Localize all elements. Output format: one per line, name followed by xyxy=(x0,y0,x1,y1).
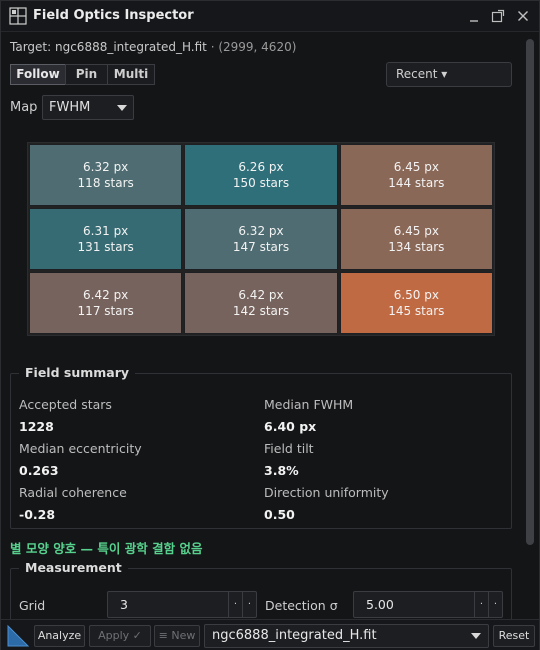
accepted-stars-value: 1228 xyxy=(19,419,54,434)
grid-app-icon xyxy=(9,7,27,25)
cell-fwhm: 6.26 px xyxy=(238,160,284,174)
cell-fwhm: 6.32 px xyxy=(238,224,284,238)
cell-stars: 145 stars xyxy=(388,304,445,318)
cell-stars: 144 stars xyxy=(388,176,445,190)
grid-cell[interactable]: 6.42 px 117 stars xyxy=(29,272,183,334)
grid-cell[interactable]: 6.32 px 118 stars xyxy=(29,144,183,206)
median-fwhm-value: 6.40 px xyxy=(264,419,317,434)
mode-multi-button[interactable]: Multi xyxy=(107,64,155,85)
detection-sigma-value: 5.00 xyxy=(366,597,394,612)
title-bar: Field Optics Inspector xyxy=(1,1,539,32)
field-tilt-value: 3.8% xyxy=(264,463,299,478)
median-fwhm-label: Median FWHM xyxy=(264,397,354,412)
popout-icon[interactable] xyxy=(489,7,507,25)
grid-cell[interactable]: 6.32 px 147 stars xyxy=(184,208,338,270)
accepted-stars-label: Accepted stars xyxy=(19,397,112,412)
content-area: Target: ngc6888_integrated_H.fit · (2999… xyxy=(1,33,523,619)
new-button[interactable]: ≡ New xyxy=(154,625,200,647)
bottom-toolbar: Analyze Apply ✓ ≡ New ngc6888_integrated… xyxy=(1,619,539,650)
recent-dropdown[interactable]: Recent ▾ xyxy=(386,62,512,87)
direction-uniformity-value: 0.50 xyxy=(264,507,295,522)
radial-coherence-label: Radial coherence xyxy=(19,485,127,500)
cell-fwhm: 6.42 px xyxy=(238,288,284,302)
corner-triangle-icon xyxy=(7,624,30,647)
decrement-icon[interactable]: · xyxy=(228,592,242,617)
status-message: 별 모양 양호 — 특이 광학 결함 없음 xyxy=(10,541,203,556)
cell-stars: 118 stars xyxy=(77,176,134,190)
target-info: Target: ngc6888_integrated_H.fit · (2999… xyxy=(10,40,296,54)
grid-cell[interactable]: 6.45 px 134 stars xyxy=(339,208,493,270)
cell-fwhm: 6.32 px xyxy=(83,160,129,174)
reset-button[interactable]: Reset xyxy=(493,625,535,647)
increment-icon[interactable]: · xyxy=(488,592,502,617)
map-select-value: FWHM xyxy=(49,100,91,115)
grid-cell[interactable]: 6.50 px 145 stars xyxy=(339,272,493,334)
cell-stars: 147 stars xyxy=(232,240,290,254)
analyze-button[interactable]: Analyze xyxy=(34,625,85,647)
increment-icon[interactable]: · xyxy=(242,592,256,617)
pin-icon[interactable] xyxy=(465,7,483,25)
grid-cell[interactable]: 6.42 px 142 stars xyxy=(184,272,338,334)
mode-pin-button[interactable]: Pin xyxy=(65,64,108,85)
field-tilt-label: Field tilt xyxy=(264,441,314,456)
grid-spinbox-value: 3 xyxy=(120,597,128,612)
inspector-window: Field Optics Inspector Target: ngc6888_i… xyxy=(0,0,540,650)
scrollbar-thumb[interactable] xyxy=(526,39,534,545)
grid-cell[interactable]: 6.45 px 144 stars xyxy=(339,144,493,206)
map-select[interactable]: FWHM xyxy=(42,95,134,120)
cell-stars: 134 stars xyxy=(388,240,445,254)
file-select-value: ngc6888_integrated_H.fit xyxy=(212,628,377,643)
field-summary-title: Field summary xyxy=(19,365,136,380)
measurement-title: Measurement xyxy=(19,560,128,575)
window-title: Field Optics Inspector xyxy=(33,8,194,23)
median-eccentricity-label: Median eccentricity xyxy=(19,441,142,456)
detection-sigma-spinbox[interactable]: 5.00 · · xyxy=(353,591,503,618)
median-eccentricity-value: 0.263 xyxy=(19,463,59,478)
radial-coherence-value: -0.28 xyxy=(19,507,56,522)
target-file: ngc6888_integrated_H.fit xyxy=(54,40,207,54)
detection-sigma-label: Detection σ xyxy=(265,598,338,613)
chevron-down-icon xyxy=(471,633,481,639)
cell-stars: 131 stars xyxy=(77,240,134,254)
cell-stars: 117 stars xyxy=(77,304,134,318)
grid-label: Grid xyxy=(19,598,46,613)
grid-cell[interactable]: 6.31 px 131 stars xyxy=(29,208,183,270)
cell-fwhm: 6.45 px xyxy=(393,160,439,174)
chevron-down-icon xyxy=(117,105,127,111)
grid-cell[interactable]: 6.26 px 150 stars xyxy=(184,144,338,206)
apply-button[interactable]: Apply ✓ xyxy=(89,625,151,647)
direction-uniformity-label: Direction uniformity xyxy=(264,485,389,500)
cell-fwhm: 6.42 px xyxy=(83,288,129,302)
cell-fwhm: 6.45 px xyxy=(393,224,439,238)
map-label: Map xyxy=(10,100,38,115)
target-coords: · (2999, 4620) xyxy=(206,40,297,54)
target-prefix: Target: xyxy=(10,40,55,54)
mode-follow-button[interactable]: Follow xyxy=(10,64,66,85)
close-icon[interactable] xyxy=(514,7,532,25)
cell-stars: 142 stars xyxy=(232,304,290,318)
field-summary-group: Field summary Accepted stars 1228 Median… xyxy=(10,365,512,529)
cell-fwhm: 6.50 px xyxy=(393,288,439,302)
cell-stars: 150 stars xyxy=(232,176,290,190)
cell-fwhm: 6.31 px xyxy=(83,224,129,238)
file-select[interactable]: ngc6888_integrated_H.fit xyxy=(204,624,489,648)
decrement-icon[interactable]: · xyxy=(474,592,488,617)
measurement-group: Measurement Grid 3 · · Detection σ 5.00 ·… xyxy=(10,560,512,619)
grid-spinbox[interactable]: 3 · · xyxy=(107,591,257,618)
fwhm-heatmap-grid: 6.32 px 118 stars 6.26 px 150 stars 6.45 px 1… xyxy=(27,142,495,336)
